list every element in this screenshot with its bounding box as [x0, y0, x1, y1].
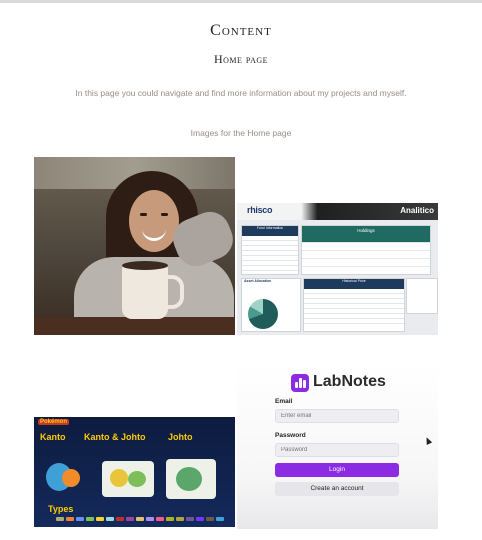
- historical-price-title: Historical Price: [304, 279, 404, 289]
- region-label-kanto: Kanto: [40, 432, 66, 442]
- logo-bar: [299, 378, 302, 388]
- fund-info-panel: Fund Information: [241, 225, 299, 275]
- asset-allocation-panel: Asset Allocation: [241, 278, 301, 332]
- type-chip: [216, 517, 224, 521]
- password-label: Password: [275, 432, 306, 439]
- photo-eye: [161, 213, 168, 216]
- dashboard-screenshot[interactable]: rhisco Analitico Fund Information Holdin…: [237, 203, 438, 335]
- type-chip: [136, 517, 144, 521]
- asset-allocation-title: Asset Allocation: [242, 279, 300, 289]
- logo-bar: [295, 382, 298, 388]
- table-row: [302, 259, 430, 267]
- charmander-sprite: [62, 469, 80, 487]
- table-row: [304, 319, 404, 324]
- labnotes-screenshot[interactable]: LabNotes Email Password Login Create an …: [237, 364, 438, 529]
- type-chip: [96, 517, 104, 521]
- table-row: [242, 266, 298, 271]
- login-button[interactable]: Login: [275, 463, 399, 477]
- type-chip: [146, 517, 154, 521]
- type-chip: [106, 517, 114, 521]
- create-account-button[interactable]: Create an account: [275, 482, 399, 496]
- labnotes-logo-icon: [291, 374, 309, 392]
- holdings-title: Holdings: [302, 226, 430, 236]
- photo-mug-top: [122, 261, 168, 270]
- pokemon-logo: Pokémon: [38, 419, 70, 425]
- page-subtitle: Home page: [213, 52, 269, 66]
- mouse-cursor-icon: [423, 436, 433, 445]
- johto-card: [166, 459, 216, 499]
- historical-price-panel: Historical Price: [303, 278, 405, 332]
- top-border: [0, 0, 482, 3]
- photo-face: [129, 190, 179, 252]
- type-chip: [86, 517, 94, 521]
- type-chip: [176, 517, 184, 521]
- fund-info-title: Fund Information: [242, 226, 298, 236]
- pokemon-sprite: [110, 469, 128, 487]
- photo-mug: [122, 265, 168, 319]
- pokemon-screenshot[interactable]: Pokémon Kanto Kanto & Johto Johto Types: [34, 417, 235, 527]
- kanto-johto-card: [102, 461, 154, 497]
- region-label-kanto-johto: Kanto & Johto: [84, 432, 146, 442]
- dashboard-logo: rhisco: [247, 205, 273, 215]
- type-chip: [156, 517, 164, 521]
- email-label: Email: [275, 398, 293, 405]
- holdings-panel: Holdings: [301, 225, 431, 275]
- type-chip: [76, 517, 84, 521]
- email-field[interactable]: [275, 409, 399, 423]
- summary-panel: [406, 278, 438, 314]
- type-chip: [166, 517, 174, 521]
- table-header-row: [302, 236, 430, 243]
- labnotes-title: LabNotes: [313, 373, 386, 390]
- allocation-pie: [248, 299, 278, 329]
- pokemon-sprite: [176, 467, 202, 491]
- table-row: [302, 251, 430, 259]
- type-chip: [186, 517, 194, 521]
- images-caption: Images for the Home page: [190, 128, 292, 138]
- pokemon-sprite: [128, 471, 146, 487]
- photo-eye: [140, 213, 147, 216]
- logo-bar: [303, 380, 306, 388]
- type-chip: [116, 517, 124, 521]
- types-label: Types: [48, 504, 74, 514]
- region-label-johto: Johto: [168, 432, 193, 442]
- type-chip: [56, 517, 64, 521]
- dashboard-brand: Analitico: [400, 206, 434, 215]
- photo-table: [34, 317, 235, 335]
- password-field[interactable]: [275, 443, 399, 457]
- type-chip: [206, 517, 214, 521]
- type-chip: [126, 517, 134, 521]
- type-chip: [196, 517, 204, 521]
- portrait-photo[interactable]: [34, 157, 235, 335]
- intro-text: In this page you could navigate and find…: [75, 88, 407, 98]
- table-row: [302, 243, 430, 251]
- page-title: Content: [210, 22, 272, 39]
- type-chip: [66, 517, 74, 521]
